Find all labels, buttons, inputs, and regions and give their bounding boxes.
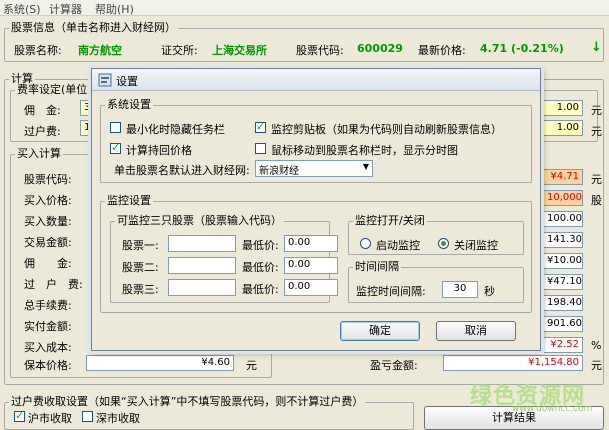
start-monitor-radio[interactable]	[360, 238, 371, 249]
buy-label-qty: 买入数量:	[24, 215, 72, 228]
sh-charge-label: 沪市收取	[28, 412, 72, 425]
right-value-7: 901.60	[543, 316, 583, 332]
stop-monitor-radio[interactable]	[438, 238, 449, 249]
buy-label-amount: 交易金额:	[24, 236, 72, 249]
fee-settings-legend: 费率设定(单位	[17, 83, 88, 96]
stock-name-label: 股票名称:	[14, 44, 62, 57]
transfer-settings-legend: 过户费收取设置（如果“买入计算”中不填写股票代码，则不计算过户费）	[11, 395, 364, 408]
buy-label-paid: 实付金额:	[24, 320, 72, 333]
right-value-4: ¥10.00	[543, 253, 583, 269]
cancel-button[interactable]: 取消	[436, 321, 516, 341]
stock3-label: 股票三:	[122, 283, 159, 296]
stock-code-label: 股票代码:	[296, 44, 344, 57]
default-site-label: 单击股票名默认进入财经网:	[114, 164, 250, 177]
holding-price-label: 计算持回价格	[126, 144, 192, 157]
buy-label-cost: 买入成本:	[24, 341, 72, 354]
stock2-code-input[interactable]	[168, 257, 236, 274]
holding-price-checkbox[interactable]	[110, 141, 121, 154]
three-stocks-legend: 可监控三只股票（股票输入代码）	[117, 214, 282, 227]
ok-button[interactable]: 确定	[340, 321, 420, 341]
transfer-fee-label: 过户费:	[24, 125, 61, 138]
right-value-5: ¥47.10	[543, 274, 583, 290]
stock-info-legend: 股票信息（单击名称进入财经网）	[11, 21, 176, 34]
latest-price-value: 4.71 (-0.21%)	[480, 42, 564, 55]
monitor-clipboard-checkbox[interactable]	[255, 120, 266, 133]
breakeven-unit: 元	[246, 359, 257, 372]
default-site-value: 新浪财经	[259, 166, 299, 177]
stock1-label: 股票一:	[122, 239, 159, 252]
stock3-min-label: 最低价:	[242, 283, 279, 296]
right-value-2: 100.00	[543, 211, 583, 227]
monitor-settings-legend: 监控设置	[107, 194, 151, 207]
right-value-3: 141.30	[543, 232, 583, 248]
down-arrow-icon: ↓	[591, 40, 602, 55]
menu-help[interactable]: 帮助(H)	[95, 1, 134, 17]
chevron-down-icon: ▼	[362, 162, 369, 171]
right-rate-input-2[interactable]: 1.00	[543, 120, 583, 136]
stock1-code-input[interactable]	[168, 235, 236, 252]
right-value-code-price: ¥4.71	[543, 169, 583, 185]
right-rate-unit-1: 元	[591, 104, 602, 117]
right-rate-input-1[interactable]: 1.00	[543, 100, 583, 116]
interval-legend: 时间间隔	[355, 260, 399, 273]
right-unit-1: 股	[591, 194, 602, 207]
right-value-6: 198.40	[543, 295, 583, 311]
stock-code-value: 600029	[357, 42, 403, 55]
stock2-min-input[interactable]: 0.00	[284, 257, 338, 274]
sz-charge-checkbox[interactable]	[82, 411, 93, 422]
buy-label-commission: 佣 金:	[24, 257, 72, 270]
buy-label-breakeven: 保本价格:	[24, 359, 72, 372]
stock1-min-input[interactable]: 0.00	[284, 235, 338, 252]
menu-bar: 系统(S) 计算器 帮助(H)	[0, 0, 609, 16]
stock3-code-input[interactable]	[168, 279, 236, 296]
buy-calc-legend: 买入计算	[17, 147, 61, 160]
buy-label-code: 股票代码:	[24, 173, 72, 186]
right-value-qty[interactable]: 10,000	[543, 190, 583, 206]
profit-value: ¥1,154.80	[443, 355, 583, 371]
menu-calculator[interactable]: 计算器	[49, 1, 82, 17]
monitor-clipboard-label: 监控剪贴板（如果为代码则自动刷新股票信息）	[271, 123, 502, 136]
system-settings-legend: 系统设置	[107, 98, 151, 111]
dialog-title: 设置	[116, 75, 138, 88]
stock1-min-label: 最低价:	[242, 239, 279, 252]
stock3-min-input[interactable]: 0.00	[284, 279, 338, 296]
buy-label-price: 买入价格:	[24, 194, 72, 207]
minimize-hide-checkbox[interactable]	[110, 122, 121, 133]
menu-system[interactable]: 系统(S)	[3, 1, 41, 17]
start-monitor-label: 启动监控	[376, 239, 420, 252]
right-value-8: ¥2.52	[543, 337, 583, 353]
hover-chart-checkbox[interactable]	[255, 143, 266, 154]
buy-label-transfer: 过 户 费:	[24, 278, 83, 291]
interval-label: 监控时间间隔:	[356, 285, 426, 298]
right-unit-8: %	[591, 339, 602, 352]
watermark-url: www.downcc.com	[512, 404, 593, 414]
buy-label-total-fee: 总手续费:	[24, 299, 72, 312]
default-site-select[interactable]: 新浪财经 ▼	[255, 160, 373, 177]
breakeven-value: ¥4.60	[86, 355, 234, 371]
commission-label: 佣 金:	[24, 104, 61, 117]
sh-charge-checkbox[interactable]	[14, 409, 25, 422]
interval-input[interactable]: 30	[442, 281, 478, 298]
profit-unit: 元	[591, 359, 602, 372]
app-icon	[98, 73, 112, 87]
right-unit-0: 元	[591, 173, 602, 186]
stock2-min-label: 最低价:	[242, 261, 279, 274]
hover-chart-label: 鼠标移动到股票名称栏时，显示分时图	[271, 144, 458, 157]
exchange-label: 证交所:	[161, 44, 198, 57]
stock-name-link[interactable]: 南方航空	[78, 42, 122, 58]
right-rate-unit-2: 元	[591, 125, 602, 138]
monitor-onoff-legend: 监控打开/关闭	[355, 214, 425, 227]
latest-price-label: 最新价格:	[418, 44, 466, 57]
dialog-titlebar[interactable]: 设置	[92, 69, 540, 91]
sz-charge-label: 深市收取	[96, 412, 140, 425]
stock2-label: 股票二:	[122, 261, 159, 274]
stop-monitor-label: 关闭监控	[454, 239, 498, 252]
interval-unit: 秒	[484, 285, 495, 298]
minimize-hide-label: 最小化时隐藏任务栏	[126, 123, 225, 136]
exchange-value: 上海交易所	[212, 44, 267, 57]
settings-dialog: 设置 系统设置 最小化时隐藏任务栏 监控剪贴板（如果为代码则自动刷新股票信息） …	[91, 68, 541, 351]
profit-label: 盈亏金额:	[370, 359, 418, 372]
